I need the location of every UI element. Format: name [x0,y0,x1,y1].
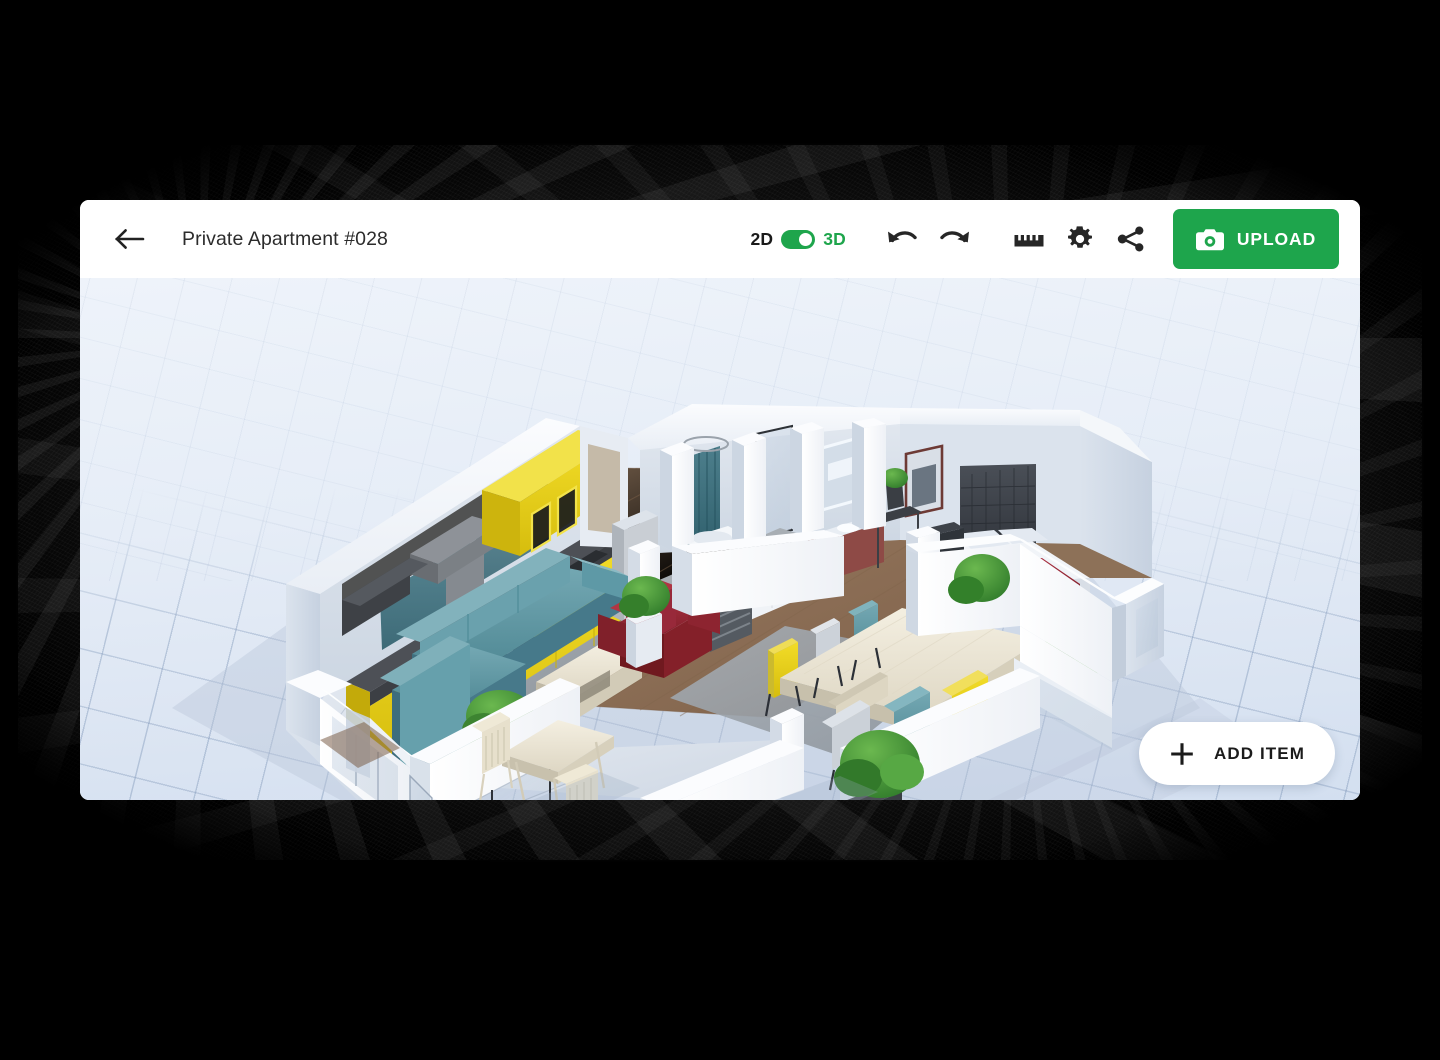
ruler-icon [1014,235,1043,247]
add-item-button-label: ADD ITEM [1214,743,1305,763]
plus-icon [1171,742,1193,765]
app-header: Private Apartment #028 2D 3D UPLOAD [80,200,1360,278]
upload-button[interactable]: UPLOAD [1173,209,1339,269]
gear-icon [1067,226,1092,248]
view-mode-toggle[interactable]: 2D 3D [750,229,846,250]
redo-button[interactable] [931,217,976,262]
undo-button[interactable] [880,217,925,262]
app-window: Private Apartment #028 2D 3D UPLOAD ADD … [80,200,1360,800]
share-button[interactable] [1108,217,1153,262]
arrow-left-icon [115,229,145,249]
add-item-button[interactable]: ADD ITEM [1139,722,1335,785]
view-mode-switch[interactable] [781,229,816,249]
header-toolbar: 2D 3D UPLOAD [750,209,1339,269]
floor-plan-viewport[interactable]: ADD ITEM [80,278,1360,800]
camera-icon [1195,228,1224,250]
page-title: Private Apartment #028 [182,227,388,250]
view-mode-3d-label[interactable]: 3D [823,229,846,250]
back-button[interactable] [102,211,158,267]
redo-icon [939,231,969,243]
ruler-button[interactable] [1006,217,1051,262]
gear-button[interactable] [1057,217,1102,262]
view-mode-2d-label[interactable]: 2D [750,229,773,250]
upload-button-label: UPLOAD [1236,228,1317,249]
share-icon [1117,226,1143,252]
undo-icon [887,231,917,243]
